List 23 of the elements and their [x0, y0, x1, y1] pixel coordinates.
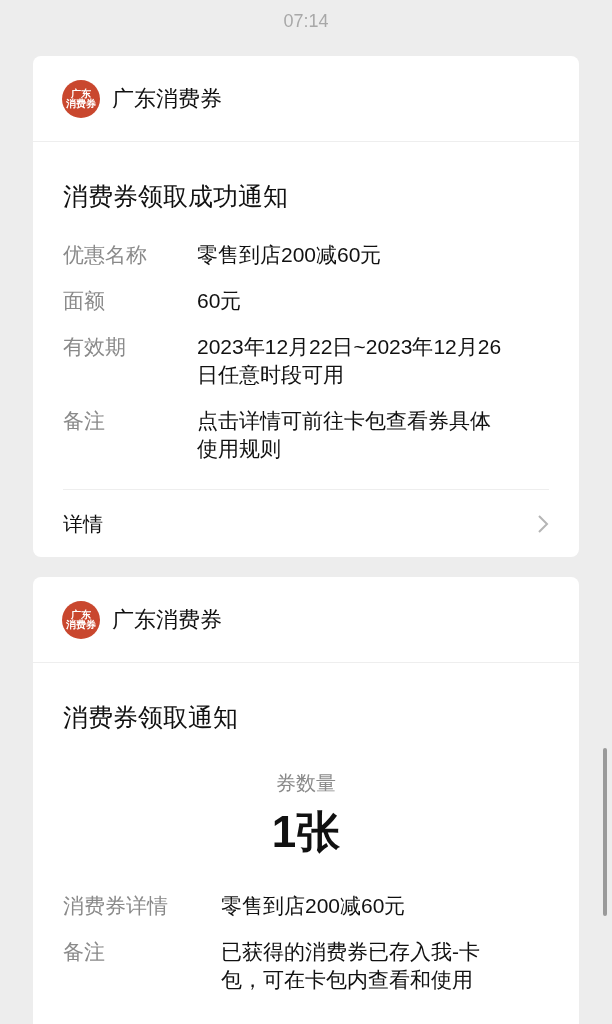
field-value: 60元: [197, 288, 243, 314]
field-label: 面额: [63, 288, 106, 314]
field-value: 零售到店200减60元: [221, 893, 407, 919]
field-label: 备注: [63, 939, 106, 965]
message-title: 消费券领取成功通知: [63, 181, 289, 212]
avatar-logo: 广东 消费券: [62, 600, 100, 639]
field-label: 有效期: [63, 334, 127, 360]
count-value: 1张: [271, 806, 341, 858]
sender-name: 广东消费券: [112, 85, 222, 113]
message-time: 07:14: [283, 10, 329, 33]
field-value: 2023年12月22日~2023年12月26日任意时段可用: [197, 334, 503, 388]
avatar-logo: 广东 消费券: [62, 79, 100, 118]
field-label: 消费券详情: [63, 893, 169, 919]
field-value: 点击详情可前往卡包查看券具体使用规则: [197, 408, 492, 462]
field-value: 零售到店200减60元: [197, 242, 383, 268]
field-label: 优惠名称: [63, 242, 148, 268]
details-link[interactable]: 详情: [63, 508, 103, 539]
field-value: 已获得的消费券已存入我-卡包，可在卡包内查看和使用: [221, 939, 481, 993]
count-label: 券数量: [276, 771, 336, 796]
field-label: 备注: [63, 408, 106, 434]
sender-name: 广东消费券: [112, 606, 222, 634]
message-title: 消费券领取通知: [63, 702, 239, 733]
chevron-right-icon: [537, 513, 549, 534]
